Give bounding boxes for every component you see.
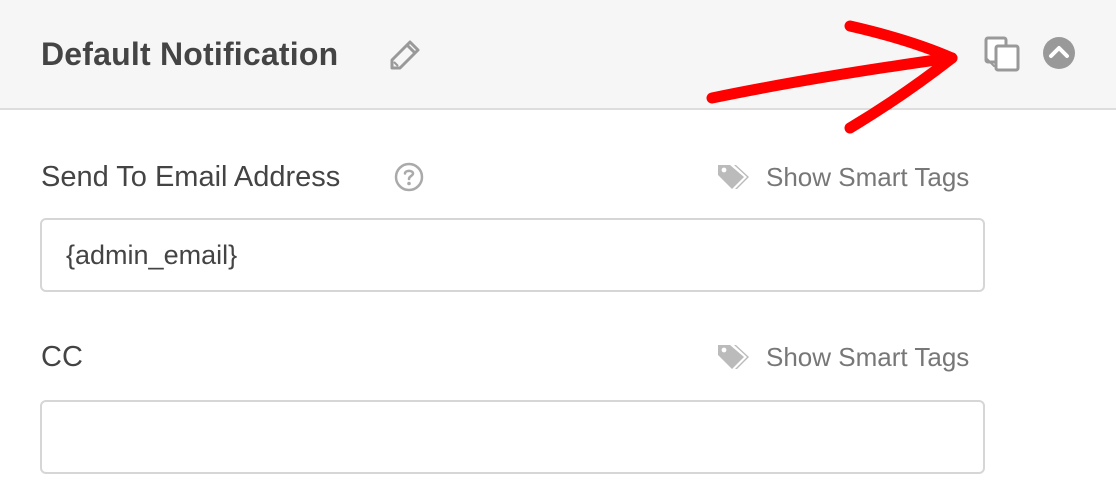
- tags-icon: [718, 165, 749, 189]
- show-smart-tags-label: Show Smart Tags: [766, 341, 970, 372]
- send-to-email-input[interactable]: [40, 218, 985, 292]
- clone-icon[interactable]: [982, 34, 1022, 74]
- notification-title: Default Notification: [41, 36, 339, 72]
- show-smart-tags-label: Show Smart Tags: [766, 161, 970, 192]
- show-smart-tags-link[interactable]: Show Smart Tags: [716, 159, 969, 195]
- cc-input[interactable]: [40, 400, 985, 474]
- question-circle-icon[interactable]: [394, 162, 424, 192]
- chevron-up-circle-icon[interactable]: [1042, 36, 1076, 70]
- notification-panel-header: Default Notification: [0, 0, 1116, 134]
- send-to-email-label: Send To Email Address: [41, 161, 341, 193]
- cc-label: CC: [41, 341, 83, 373]
- pencil-icon[interactable]: [388, 38, 422, 72]
- tags-icon: [718, 345, 749, 369]
- show-smart-tags-link[interactable]: Show Smart Tags: [716, 339, 969, 375]
- red-arrow-annotation: [706, 20, 958, 134]
